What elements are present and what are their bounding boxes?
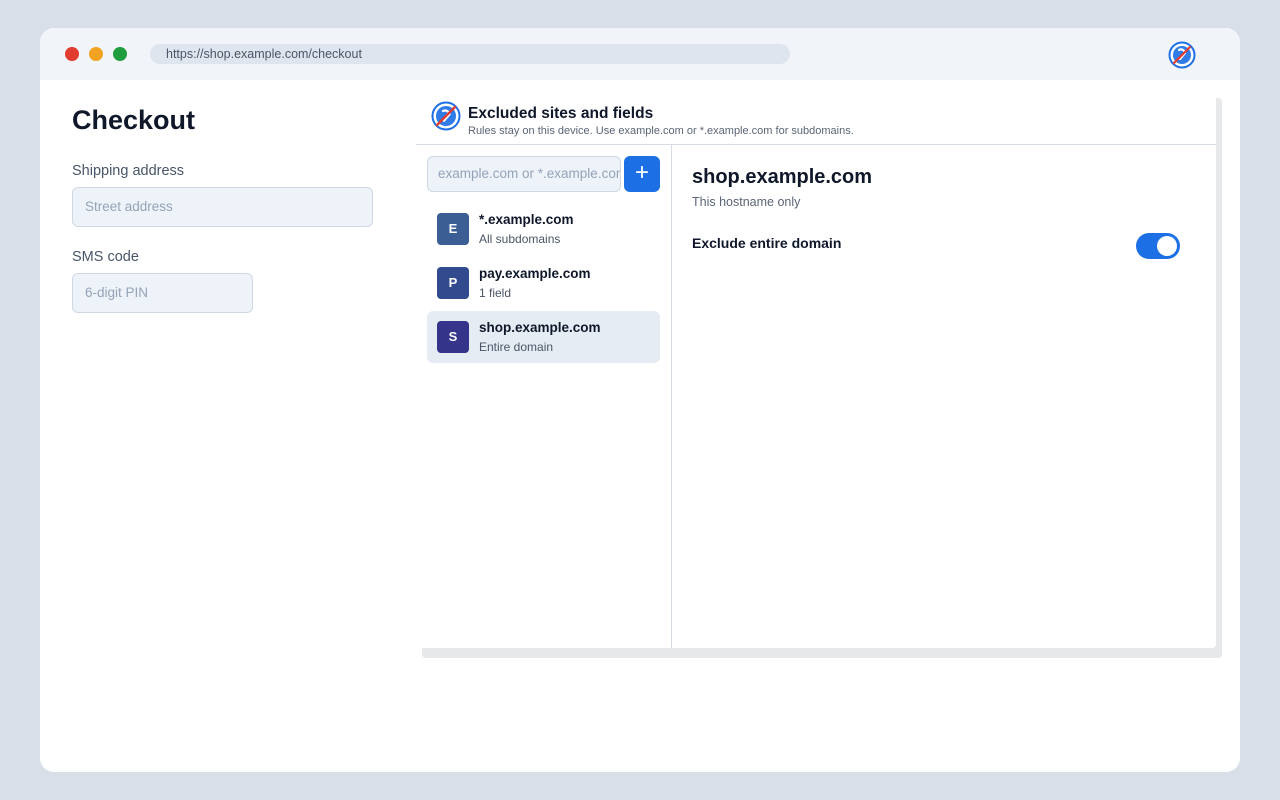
extension-logo-icon — [431, 101, 461, 131]
site-avatar: P — [437, 267, 469, 299]
address-bar[interactable]: https://shop.example.com/checkout — [150, 44, 790, 64]
browser-window: https://shop.example.com/checkout Checko… — [40, 28, 1240, 772]
site-avatar: S — [437, 321, 469, 353]
site-name: shop.example.com — [479, 320, 601, 335]
panel-title: Excluded sites and fields — [468, 105, 654, 122]
domain-input[interactable]: example.com or *.example.com — [427, 156, 621, 192]
site-name: *.example.com — [479, 212, 574, 227]
extension-icon[interactable] — [1168, 41, 1196, 69]
page-title: Checkout — [72, 105, 196, 135]
sms-pin-input[interactable]: 6-digit PIN — [72, 273, 253, 313]
close-window-button[interactable] — [65, 47, 79, 61]
site-name: pay.example.com — [479, 266, 591, 281]
site-scope: Entire domain — [479, 340, 554, 354]
panel-header: Excluded sites and fields Rules stay on … — [416, 80, 1216, 145]
detail-subtitle: This hostname only — [692, 195, 801, 209]
toggle-knob — [1157, 236, 1177, 256]
exclude-domain-label: Exclude entire domain — [692, 235, 842, 251]
site-avatar: E — [437, 213, 469, 245]
site-scope: 1 field — [479, 286, 512, 300]
sms-code-label: SMS code — [72, 249, 139, 265]
site-list-column: example.com or *.example.com + E *.examp… — [416, 145, 672, 648]
exclude-domain-toggle[interactable] — [1136, 233, 1180, 259]
minimize-window-button[interactable] — [89, 47, 103, 61]
maximize-window-button[interactable] — [113, 47, 127, 61]
site-item-shop-example[interactable]: S shop.example.com Entire domain — [427, 311, 660, 363]
street-address-input[interactable]: Street address — [72, 187, 373, 227]
browser-toolbar: https://shop.example.com/checkout — [40, 28, 1240, 80]
site-item-pay-example[interactable]: P pay.example.com 1 field — [427, 257, 660, 309]
add-site-button[interactable]: + — [624, 156, 660, 192]
exclusions-panel: Excluded sites and fields Rules stay on … — [416, 80, 1216, 648]
blocked-autofill-icon — [1168, 41, 1196, 69]
site-scope: All subdomains — [479, 232, 561, 246]
panel-subtitle: Rules stay on this device. Use example.c… — [468, 125, 854, 137]
site-item-wildcard-example[interactable]: E *.example.com All subdomains — [427, 203, 660, 255]
site-detail-pane: shop.example.com This hostname only Excl… — [673, 145, 1216, 648]
detail-title: shop.example.com — [692, 166, 873, 188]
shipping-address-label: Shipping address — [72, 163, 185, 179]
